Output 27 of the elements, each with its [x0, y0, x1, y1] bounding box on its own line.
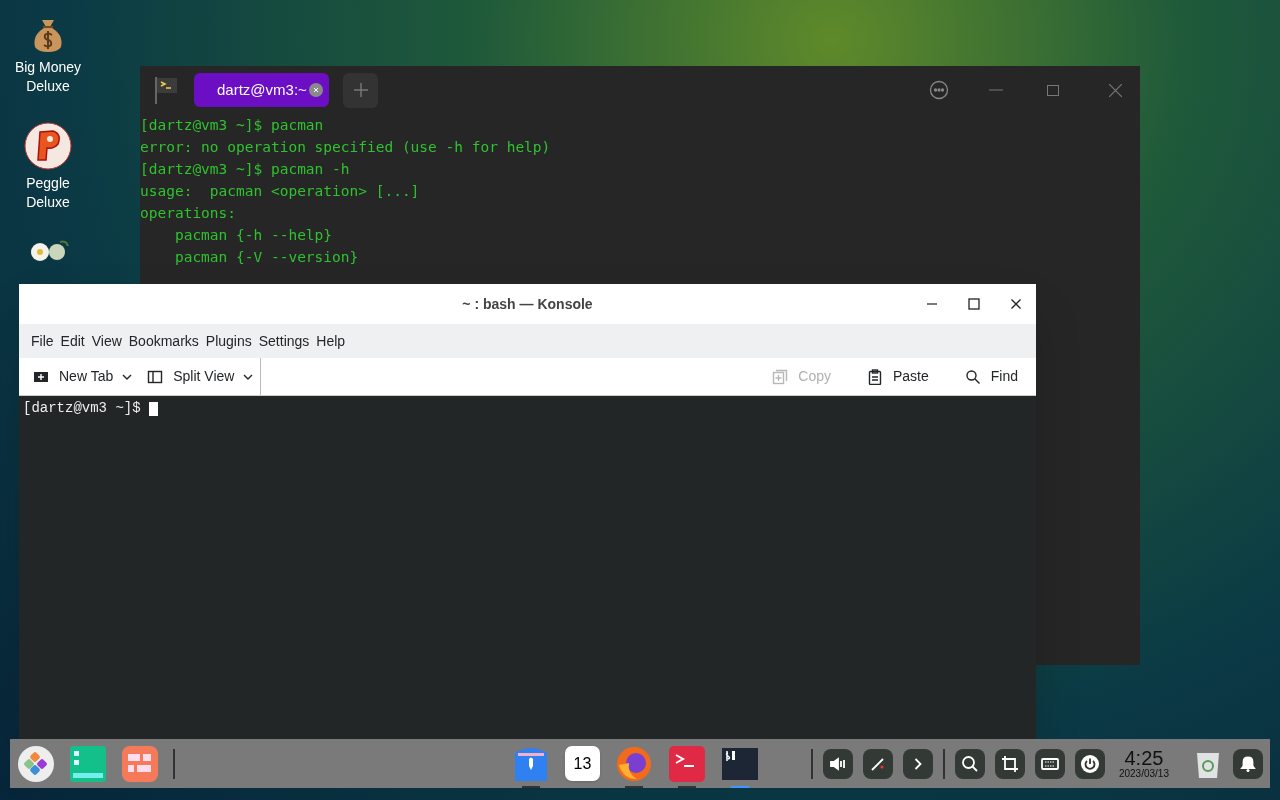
shell-prompt: [dartz@vm3 ~]$: [23, 399, 142, 418]
desktop-icon-label[interactable]: Peggle Deluxe: [6, 174, 90, 212]
menu-item[interactable]: Plugins: [205, 330, 252, 352]
menu-item[interactable]: File: [31, 330, 54, 352]
window-title: ~ : bash — Konsole: [462, 294, 593, 314]
terminal-line: error: no operation specified (use -h for help): [140, 138, 551, 157]
toolbar-button[interactable]: Split View: [133, 358, 243, 395]
menu-item[interactable]: Edit: [60, 330, 85, 352]
calendar-day: 13: [573, 755, 592, 772]
terminal-line: pacman {-V --version}: [173, 248, 359, 267]
toolbar-button[interactable]: Paste: [848, 358, 947, 395]
toolbar-button[interactable]: New Tab: [19, 358, 122, 395]
menu-item[interactable]: Bookmarks: [128, 330, 199, 352]
clock-date[interactable]: 2023/03/13: [1118, 769, 1169, 779]
menu-item[interactable]: View: [91, 330, 122, 352]
clock-time[interactable]: 4:25: [1124, 748, 1164, 768]
terminal-line: pacman {-h --help}: [173, 226, 333, 245]
toolbar-button[interactable]: Find: [946, 358, 1036, 395]
terminal-line: operations:: [140, 204, 237, 223]
terminal-line: usage: pacman <operation> [...]: [140, 182, 420, 201]
desktop-icon-label[interactable]: Big Money Deluxe: [6, 58, 90, 96]
menu-item[interactable]: Settings: [258, 330, 310, 352]
terminal-line: [dartz@vm3 ~]$ pacman: [140, 116, 324, 135]
calendar-icon[interactable]: 13: [564, 746, 600, 781]
terminal-tab[interactable]: dartz@vm3:~: [194, 73, 329, 107]
terminal-line: [dartz@vm3 ~]$ pacman -h: [140, 160, 350, 179]
menu-item[interactable]: Help: [316, 330, 346, 352]
